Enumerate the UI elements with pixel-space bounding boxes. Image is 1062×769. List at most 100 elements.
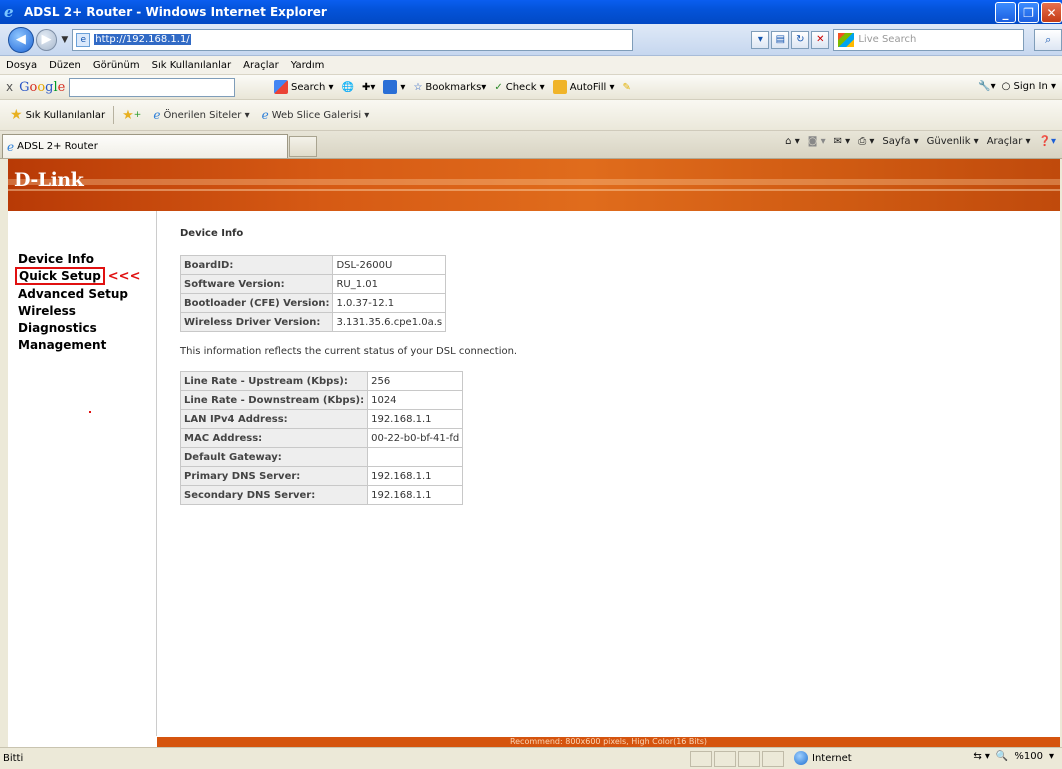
maximize-button[interactable]: ❐ xyxy=(1018,2,1039,23)
security-zone[interactable]: Internet xyxy=(794,751,852,765)
google-toolbar-buttons: Search ▾ 🌐 ✚▾ ▾ ☆ Bookmarks ▾ ✓ Check ▾ Aut… xyxy=(274,80,639,94)
back-button[interactable]: ◀ xyxy=(8,26,34,53)
menu-tools[interactable]: Araçlar xyxy=(243,60,279,71)
close-toolbar-icon[interactable]: x xyxy=(6,80,13,94)
popup-blocker-button[interactable]: ▾ xyxy=(383,80,405,94)
google-search-icon xyxy=(274,80,288,94)
dropdown-icon[interactable]: ▾ xyxy=(751,30,770,49)
device-info-table: BoardID: DSL-2600U Software Version: RU_1.0… xyxy=(179,255,447,332)
help-icon[interactable]: ❓▾ xyxy=(1039,136,1056,147)
menu-edit[interactable]: Düzen xyxy=(49,60,81,71)
zoom-level: %100 xyxy=(1014,751,1043,762)
menu-file[interactable]: Dosya xyxy=(6,60,37,71)
autofill-button[interactable]: AutoFill ▾ xyxy=(552,80,614,94)
history-dropdown-icon[interactable]: ▼ xyxy=(61,35,68,45)
sidebar-item-wireless[interactable]: Wireless xyxy=(18,303,156,320)
live-search-input[interactable]: Live Search xyxy=(833,28,1025,51)
safety-menu[interactable]: Güvenlik ▾ xyxy=(927,136,979,147)
home-icon[interactable]: ⌂ ▾ xyxy=(785,136,800,147)
sidebar-item-management[interactable]: Management xyxy=(18,337,156,354)
status-cells xyxy=(690,751,784,767)
zoom-control[interactable]: ⇆ ▾ 🔍 %100 ▾ xyxy=(973,751,1054,762)
autofill-icon xyxy=(552,80,567,94)
minimize-button[interactable]: _ xyxy=(995,2,1016,23)
connection-status-key: Line Rate - Upstream (Kbps): xyxy=(179,371,369,391)
protected-mode-icon[interactable]: ⇆ ▾ xyxy=(973,751,990,762)
web-slice-gallery-link[interactable]: e Web Slice Galerisi ▾ xyxy=(262,108,370,122)
globe-button[interactable]: 🌐 xyxy=(342,82,354,93)
device-info-key: Software Version: xyxy=(179,274,334,294)
menu-help[interactable]: Yardım xyxy=(291,60,325,71)
check-button[interactable]: ✓ Check ▾ xyxy=(494,82,544,93)
red-dot xyxy=(89,411,91,413)
sidebar-item-quick-setup[interactable]: Quick Setup xyxy=(15,267,105,285)
refresh-icon[interactable]: ↻ xyxy=(791,30,810,49)
ie-icon: e xyxy=(7,139,15,154)
window-controls: _ ❐ ✕ xyxy=(995,2,1062,23)
bookmarks-button[interactable]: ☆ Bookmarks ▾ xyxy=(413,82,486,93)
table-row: MAC Address: 00-22-b0-bf-41-fd xyxy=(179,428,464,448)
wrench-icon[interactable]: 🔧▾ xyxy=(978,81,995,92)
print-icon[interactable]: ⎙ ▾ xyxy=(858,136,874,147)
table-row: Primary DNS Server: 192.168.1.1 xyxy=(179,466,464,486)
add-favorite-icon[interactable]: ★ + xyxy=(122,108,141,123)
command-bar: ⌂ ▾ ◙ ▾ ✉ ▾ ⎙ ▾ Sayfa ▾ Güvenlik ▾ Araçl… xyxy=(785,136,1056,147)
ie-icon: e xyxy=(153,108,161,122)
device-info-key: Wireless Driver Version: xyxy=(179,312,334,332)
zoom-dropdown-icon[interactable]: ▾ xyxy=(1049,751,1054,762)
suggested-sites-link[interactable]: e Önerilen Siteler ▾ xyxy=(153,108,249,122)
connection-status-key: Line Rate - Downstream (Kbps): xyxy=(179,390,369,410)
favorites-star-icon[interactable]: ★ xyxy=(10,107,23,123)
device-info-value: RU_1.01 xyxy=(332,274,447,294)
menu-favorites[interactable]: Sık Kullanılanlar xyxy=(152,60,232,71)
plus-button[interactable]: ✚▾ xyxy=(362,82,375,93)
url-text[interactable]: http://192.168.1.1/ xyxy=(94,34,191,45)
zone-label: Internet xyxy=(812,752,852,764)
compat-view-icon[interactable]: ▤ xyxy=(771,30,790,49)
live-search-icon xyxy=(838,32,855,47)
tab-adsl-router[interactable]: e ADSL 2+ Router xyxy=(2,134,288,158)
divider xyxy=(113,106,115,124)
device-info-value: 1.0.37-12.1 xyxy=(332,293,447,313)
forward-button[interactable]: ▶ xyxy=(35,28,58,51)
connection-status-key: Default Gateway: xyxy=(179,447,369,467)
connection-status-key: MAC Address: xyxy=(179,428,369,448)
google-search-button[interactable]: Search ▾ xyxy=(274,80,334,94)
quick-setup-row: Quick Setup <<< xyxy=(15,267,156,285)
sidebar-item-diagnostics[interactable]: Diagnostics xyxy=(18,320,156,337)
page-menu[interactable]: Sayfa ▾ xyxy=(882,136,918,147)
mail-icon[interactable]: ✉ ▾ xyxy=(834,136,851,147)
zoom-icon: 🔍 xyxy=(995,751,1009,762)
annotation-arrows: <<< xyxy=(107,269,141,284)
stop-icon[interactable]: ✕ xyxy=(811,30,830,49)
dlink-logo: D-Link xyxy=(14,169,84,191)
tools-menu[interactable]: Araçlar ▾ xyxy=(987,136,1031,147)
sidebar-item-advanced-setup[interactable]: Advanced Setup xyxy=(18,286,156,303)
feeds-icon[interactable]: ◙ ▾ xyxy=(808,136,826,147)
connection-status-key: Primary DNS Server: xyxy=(179,466,369,486)
highlight-button[interactable]: ✎ xyxy=(622,82,630,93)
status-bar: Bitti Internet ⇆ ▾ 🔍 %100 ▾ xyxy=(0,747,1062,769)
page-title: Device Info xyxy=(180,228,244,239)
signin-button[interactable]: ○ Sign In ▾ xyxy=(1002,81,1056,92)
search-button[interactable]: ⌕ xyxy=(1034,28,1062,51)
table-row: Software Version: RU_1.01 xyxy=(179,274,447,294)
device-info-value: 3.131.35.6.cpe1.0a.s xyxy=(332,312,447,332)
google-logo[interactable]: Google xyxy=(19,80,65,95)
main-panel: Device Info BoardID: DSL-2600U Software Ve… xyxy=(179,211,1040,505)
menu-view[interactable]: Görünüm xyxy=(93,60,140,71)
table-row: LAN IPv4 Address: 192.168.1.1 xyxy=(179,409,464,429)
sidebar-item-device-info[interactable]: Device Info xyxy=(18,251,156,268)
new-tab-button[interactable] xyxy=(289,136,317,157)
google-search-input[interactable] xyxy=(69,77,236,97)
menu-bar: Dosya Düzen Görünüm Sık Kullanılanlar Ar… xyxy=(0,56,1062,75)
table-row: Line Rate - Upstream (Kbps): 256 xyxy=(179,371,464,391)
footer-recommendation: Recommend: 800x600 pixels, High Color(16… xyxy=(157,737,1060,747)
device-info-value: DSL-2600U xyxy=(332,255,447,275)
favorites-label[interactable]: Sık Kullanılanlar xyxy=(26,110,106,121)
star-icon: ☆ xyxy=(413,81,423,93)
url-field[interactable]: e http://192.168.1.1/ xyxy=(72,28,634,51)
status-note: This information reflects the current st… xyxy=(180,346,518,357)
close-button[interactable]: ✕ xyxy=(1041,2,1062,23)
connection-status-key: LAN IPv4 Address: xyxy=(179,409,369,429)
